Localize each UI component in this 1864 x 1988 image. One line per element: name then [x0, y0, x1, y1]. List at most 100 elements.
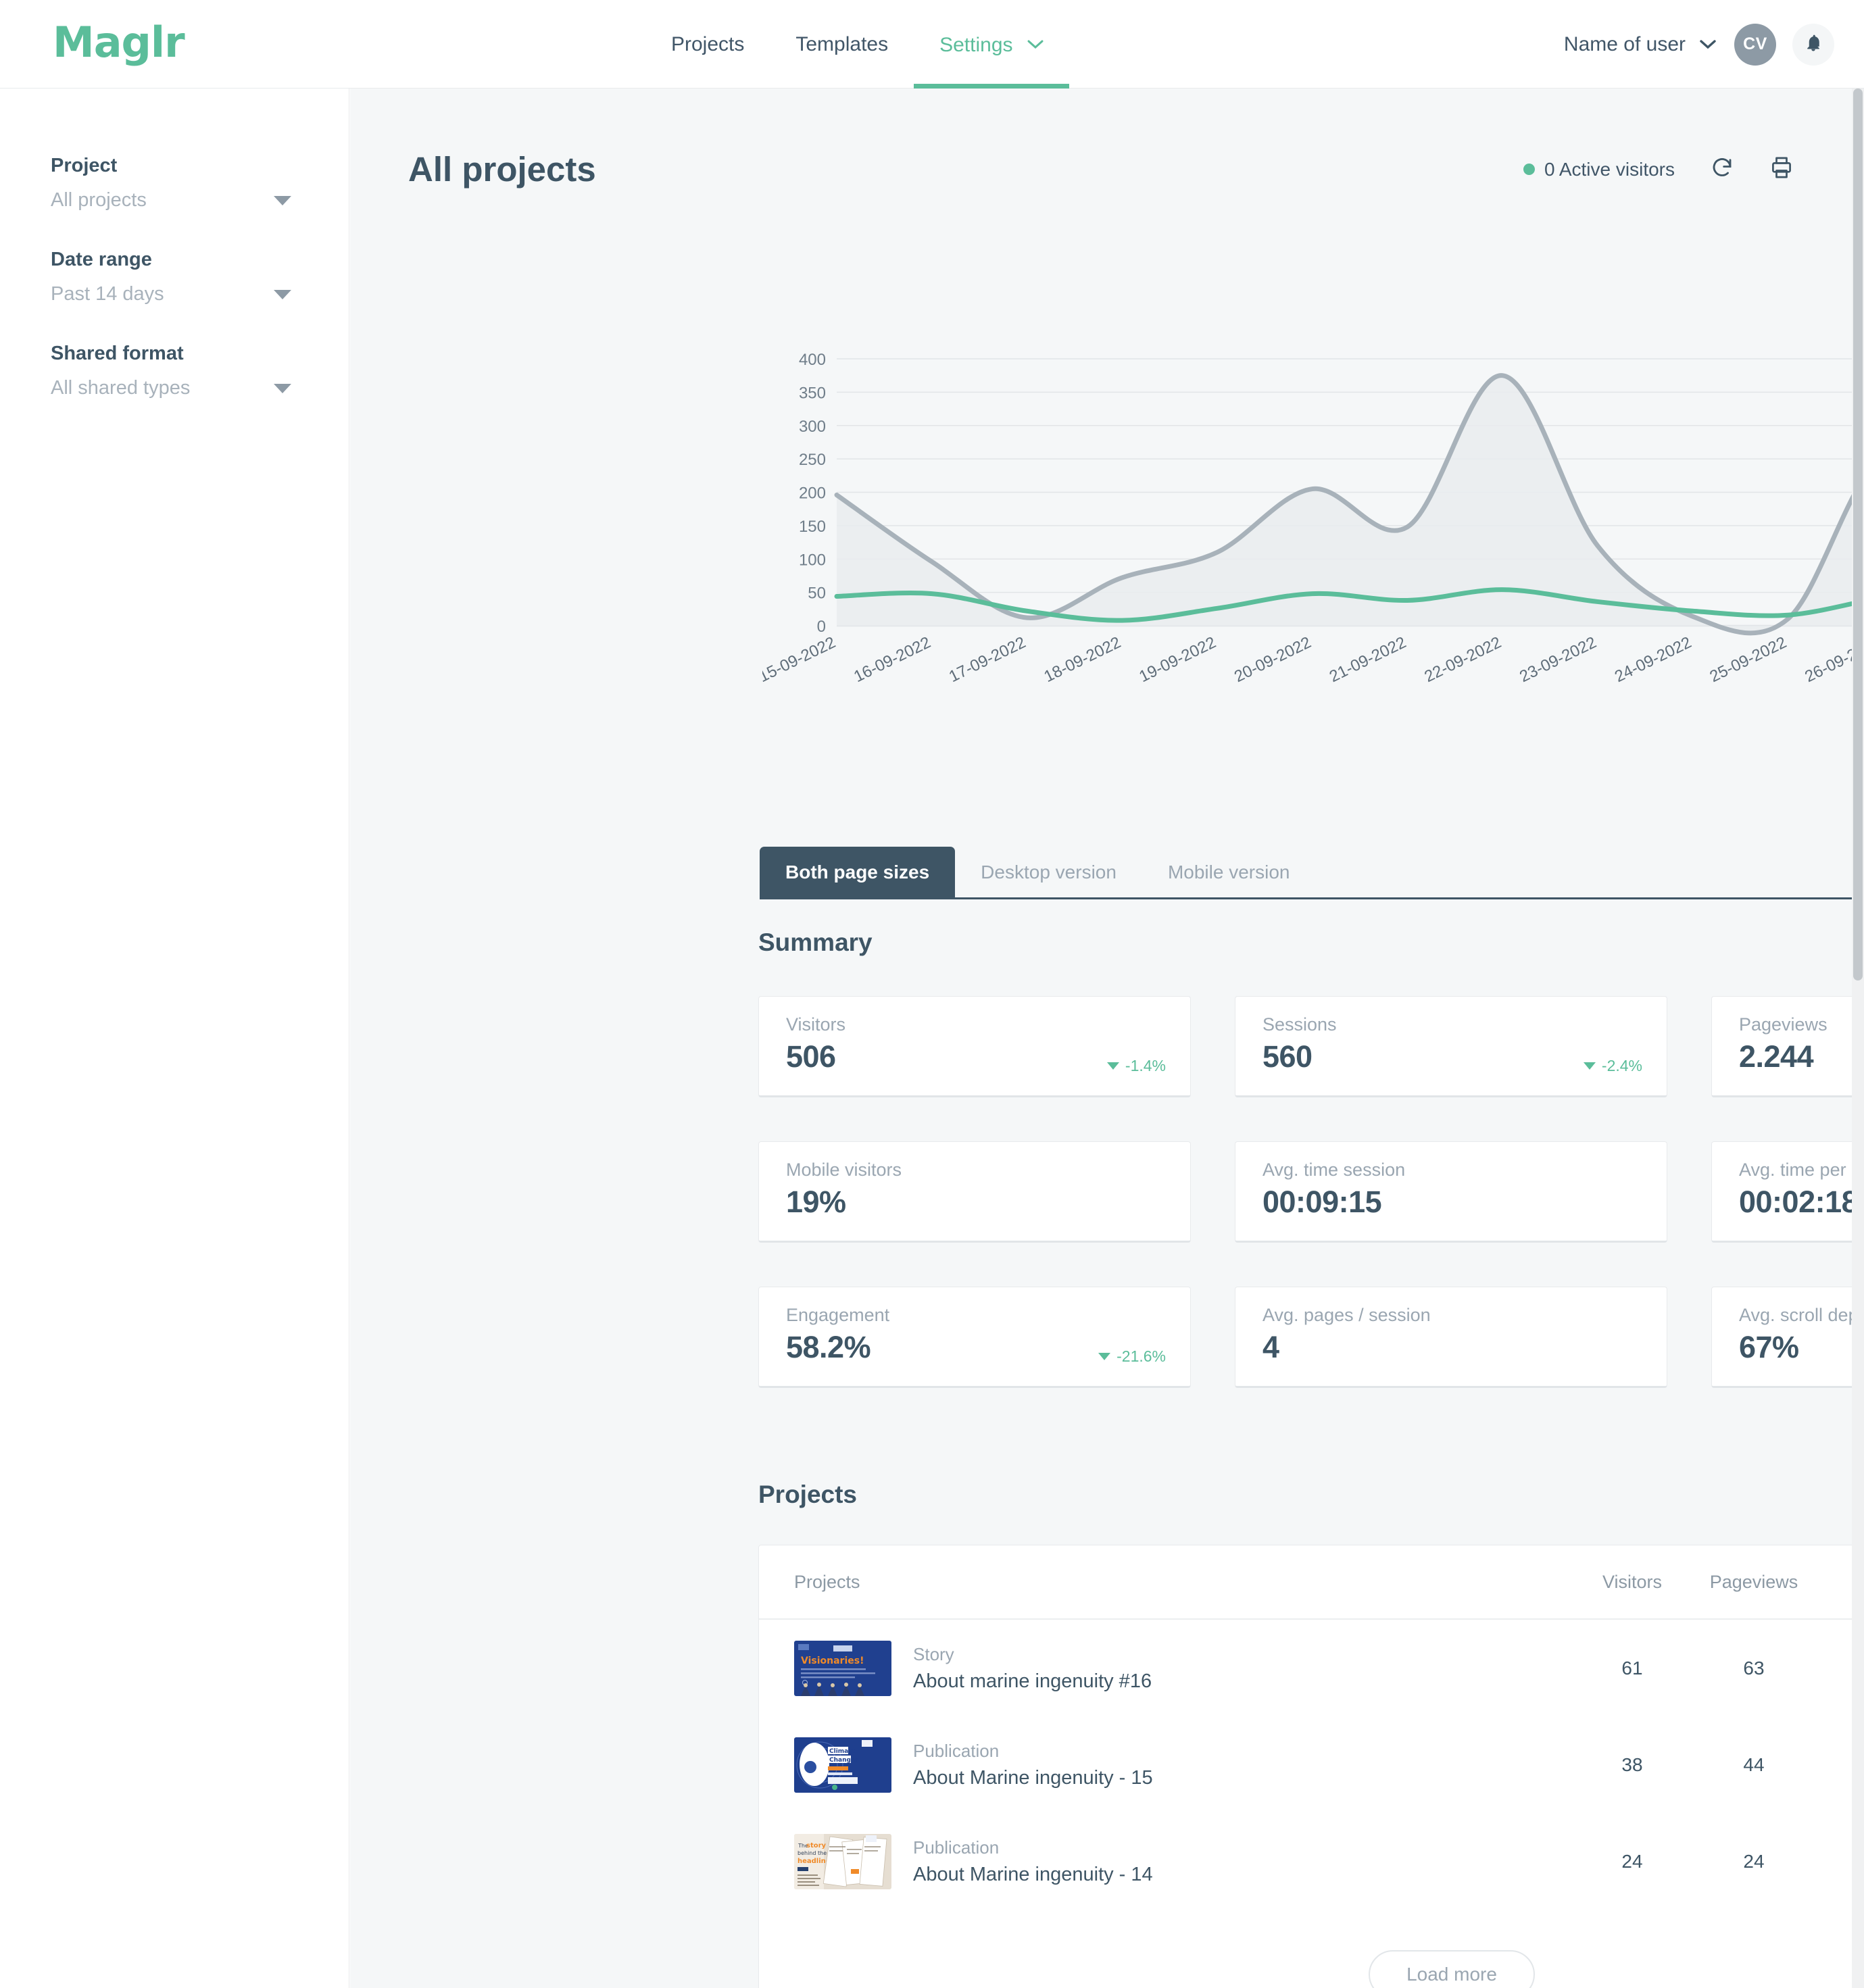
y-axis-tick: 200 [799, 484, 826, 503]
y-axis-tick: 250 [799, 451, 826, 469]
column-header-visits: Visits [1815, 1572, 1852, 1593]
chart-svg: 0 50 100 150 200 250 300 350 400 15-09-2022 16-09-… [762, 352, 1852, 686]
summary-card-delta: -21.6% [1117, 1347, 1166, 1365]
arrow-down-icon [1098, 1353, 1111, 1360]
summary-card-avg-pages-session: Avg. pages / session 4 [1235, 1287, 1667, 1388]
project-type: Story [913, 1643, 954, 1664]
main-content: All projects 0 Active visitors 0 50 100 … [350, 89, 1852, 1988]
page-header-actions: 0 Active visitors [1523, 155, 1794, 183]
scrollbar-thumb[interactable] [1853, 89, 1863, 980]
cell-visits: 209 [1815, 1754, 1852, 1776]
page-scrollbar[interactable] [1852, 89, 1864, 1988]
cell-visitors: 24 [1621, 1850, 1643, 1872]
nav-item-templates[interactable]: Templates [770, 0, 914, 89]
summary-card-delta: -1.4% [1125, 1057, 1166, 1074]
summary-card-value: 67% [1739, 1330, 1799, 1364]
page-title: All projects [408, 150, 596, 189]
tab-both-page-sizes[interactable]: Both page sizes [760, 847, 956, 897]
chevron-down-icon [274, 195, 291, 205]
chevron-down-icon [274, 289, 291, 299]
x-axis-tick: 21-09-2022 [1327, 633, 1409, 686]
svg-text:Changer: Changer [829, 1757, 858, 1764]
filters-sidebar: Project All projects Date range Past 14 … [0, 89, 349, 1988]
visitors-pageviews-chart: 0 50 100 150 200 250 300 350 400 15-09-2022 16-09-… [762, 352, 1852, 730]
x-axis-tick: 17-09-2022 [946, 633, 1029, 686]
summary-card-label: Avg. time per page [1739, 1160, 1852, 1180]
brand-logo[interactable]: Maglr [53, 18, 185, 67]
project-text: Publication About Marine ingenuity - 14 [913, 1837, 1153, 1886]
summary-card-label: Avg. pages / session [1262, 1305, 1431, 1325]
filter-project-label: Project [51, 155, 118, 176]
filter-project-value: All projects [51, 189, 147, 211]
cell-visitors: 61 [1621, 1657, 1643, 1679]
table-row[interactable]: Visionaries! Story About marine ingenuit… [759, 1620, 1852, 1716]
svg-text:story: story [806, 1842, 827, 1849]
summary-card-label: Avg. time session [1262, 1160, 1406, 1180]
project-type: Publication [913, 1740, 1000, 1761]
chevron-down-icon[interactable] [1699, 35, 1717, 54]
projects-table: Projects Visitors Pageviews Visits Avg. … [758, 1545, 1852, 1988]
y-axis-tick: 400 [799, 352, 826, 369]
tab-both-page-sizes-label: Both page sizes [785, 861, 930, 883]
filter-project-select[interactable]: All projects [51, 189, 298, 212]
summary-card-avg-time-per-page: Avg. time per page 00:02:18 [1711, 1141, 1852, 1243]
x-axis-tick: 20-09-2022 [1231, 633, 1314, 686]
project-thumbnail: Climate Changer [794, 1737, 891, 1793]
avatar[interactable]: CV [1734, 23, 1776, 66]
notifications-button[interactable] [1792, 23, 1834, 66]
column-header-pageviews: Pageviews [1709, 1571, 1798, 1592]
refresh-button[interactable] [1710, 155, 1734, 183]
summary-card-label: Visitors [786, 1014, 846, 1035]
x-axis-tick: 26-09-2022 [1802, 633, 1852, 686]
y-axis-tick: 100 [799, 551, 826, 569]
summary-card-avg-scroll-depth: Avg. scroll depth 67% [1711, 1287, 1852, 1388]
table-row[interactable]: The story behind the headlines Publicati… [759, 1813, 1852, 1910]
arrow-down-icon [1106, 1062, 1119, 1070]
filter-date-range: Date range Past 14 days [0, 249, 349, 305]
nav-item-templates-label: Templates [795, 33, 889, 55]
projects-heading: Projects [758, 1481, 858, 1508]
filter-shared-format-select[interactable]: All shared types [51, 377, 298, 399]
project-text: Story About marine ingenuity #16 [913, 1644, 1152, 1693]
table-row[interactable]: Climate Changer Publication About Marine… [759, 1716, 1852, 1813]
user-menu-area: Name of user CV [1564, 0, 1834, 89]
tab-mobile-version[interactable]: Mobile version [1142, 847, 1316, 897]
project-type: Publication [913, 1837, 1000, 1858]
nav-item-settings[interactable]: Settings [914, 0, 1069, 89]
filter-shared-format-label: Shared format [51, 343, 184, 364]
svg-text:behind the: behind the [798, 1850, 827, 1856]
nav-item-projects-label: Projects [671, 33, 745, 55]
summary-card-avg-time-session: Avg. time session 00:09:15 [1235, 1141, 1667, 1243]
summary-card-value: 00:02:18 [1739, 1185, 1852, 1219]
cell-visitors: 38 [1621, 1754, 1643, 1775]
status-badge: -21.6% [1098, 1347, 1166, 1366]
nav-item-projects[interactable]: Projects [645, 0, 770, 89]
tab-desktop-version-label: Desktop version [981, 861, 1117, 883]
summary-card-engagement: Engagement 58.2% -21.6% [758, 1287, 1191, 1388]
tab-desktop-version[interactable]: Desktop version [955, 847, 1142, 897]
summary-card-value: 4 [1262, 1330, 1279, 1364]
summary-card-label: Engagement [786, 1305, 890, 1325]
svg-text:Visionaries!: Visionaries! [801, 1656, 864, 1666]
summary-card-label: Mobile visitors [786, 1160, 902, 1180]
filter-date-range-value: Past 14 days [51, 283, 164, 305]
load-more-area: Load more [759, 1910, 1852, 1988]
load-more-button[interactable]: Load more [1369, 1950, 1535, 1988]
column-header-visitors: Visitors [1602, 1571, 1663, 1592]
user-name-label[interactable]: Name of user [1564, 33, 1686, 56]
filter-date-range-select[interactable]: Past 14 days [51, 283, 298, 305]
filter-shared-format: Shared format All shared types [0, 343, 349, 399]
status-badge: -1.4% [1106, 1057, 1166, 1075]
bell-icon [1803, 32, 1823, 57]
project-thumbnail: Visionaries! [794, 1640, 891, 1696]
summary-card-delta: -2.4% [1601, 1057, 1642, 1074]
x-axis-tick: 22-09-2022 [1421, 633, 1504, 686]
y-axis-tick: 50 [808, 585, 826, 603]
project-thumbnail: The story behind the headlines [794, 1833, 891, 1889]
y-axis-tick: 0 [817, 618, 826, 636]
x-axis-tick: 18-09-2022 [1041, 633, 1124, 686]
summary-card-pageviews: Pageviews 2.244 30% [1711, 996, 1852, 1097]
chevron-down-icon [274, 383, 291, 393]
summary-card-visitors: Visitors 506 -1.4% [758, 996, 1191, 1097]
print-button[interactable] [1769, 155, 1794, 183]
